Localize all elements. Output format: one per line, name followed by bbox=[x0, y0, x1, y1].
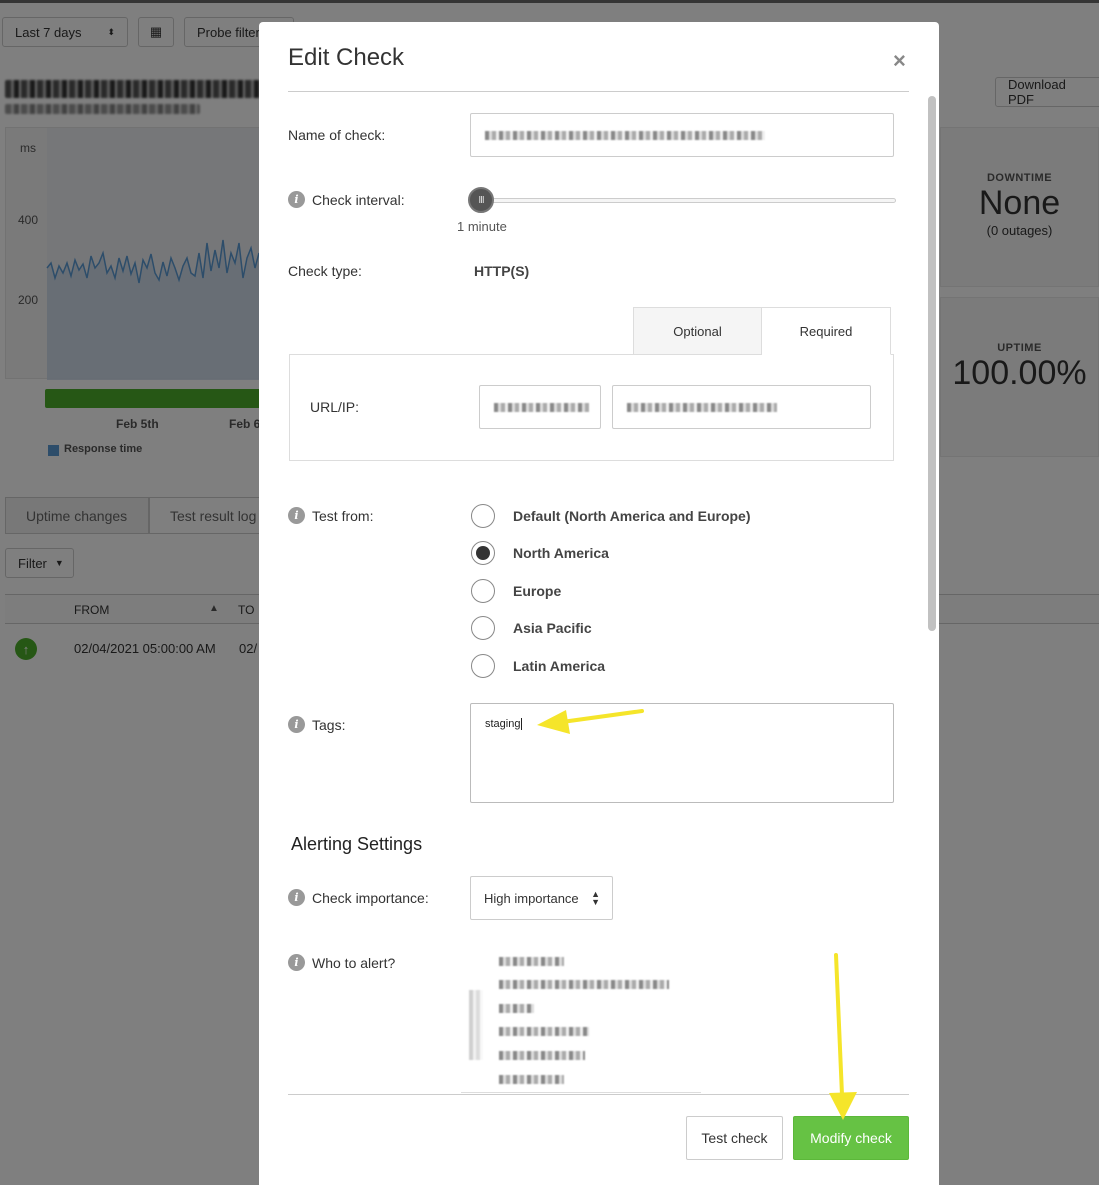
contact-redacted bbox=[499, 1004, 534, 1013]
modify-check-label: Modify check bbox=[810, 1130, 892, 1146]
check-interval-value: 1 minute bbox=[457, 219, 507, 234]
contact-redacted bbox=[499, 957, 564, 966]
info-icon[interactable]: i bbox=[288, 191, 305, 208]
check-importance-text: Check importance: bbox=[312, 889, 429, 906]
protocol-redacted bbox=[494, 403, 589, 412]
test-check-button[interactable]: Test check bbox=[686, 1116, 783, 1160]
test-from-label: i Test from: bbox=[288, 507, 373, 524]
check-type-value: HTTP(S) bbox=[474, 263, 530, 279]
check-interval-slider-handle[interactable]: III bbox=[468, 187, 494, 213]
name-of-check-label: Name of check: bbox=[288, 127, 385, 143]
name-of-check-input[interactable] bbox=[470, 113, 894, 157]
region-label-north-america: North America bbox=[513, 545, 609, 561]
region-label-default: Default (North America and Europe) bbox=[513, 508, 751, 524]
check-interval-text: Check interval: bbox=[312, 191, 405, 208]
info-icon[interactable]: i bbox=[288, 954, 305, 971]
select-arrows-icon: ▲ ▼ bbox=[591, 889, 600, 907]
modify-check-button[interactable]: Modify check bbox=[793, 1116, 909, 1160]
check-type-label: Check type: bbox=[288, 263, 362, 279]
test-from-text: Test from: bbox=[312, 507, 374, 524]
radio-asia-pacific[interactable] bbox=[471, 616, 495, 640]
info-icon[interactable]: i bbox=[288, 889, 305, 906]
tags-value: staging bbox=[485, 718, 523, 730]
radio-default[interactable] bbox=[471, 504, 495, 528]
url-redacted bbox=[627, 403, 777, 412]
edit-check-modal: Edit Check × Name of check: i Check inte… bbox=[259, 22, 939, 1185]
tags-label: i Tags: bbox=[288, 716, 345, 733]
check-importance-label: i Check importance: bbox=[288, 889, 429, 906]
region-label-latin-america: Latin America bbox=[513, 658, 606, 674]
name-of-check-text: Name of check: bbox=[288, 127, 386, 143]
alerting-settings-title: Alerting Settings bbox=[291, 834, 423, 854]
info-icon[interactable]: i bbox=[288, 716, 305, 733]
url-ip-label: URL/IP: bbox=[310, 399, 360, 415]
region-option-asia-pacific[interactable]: Asia Pacific bbox=[471, 616, 592, 640]
grip-icon: III bbox=[478, 194, 484, 206]
tags-textarea[interactable]: staging bbox=[470, 703, 894, 803]
checkbox-column-redacted bbox=[469, 990, 483, 1060]
info-icon[interactable]: i bbox=[288, 507, 305, 524]
name-redacted bbox=[485, 131, 765, 140]
tags-text: Tags: bbox=[312, 716, 346, 733]
check-interval-label: i Check interval: bbox=[288, 191, 405, 208]
tab-optional[interactable]: Optional bbox=[633, 307, 762, 355]
protocol-select[interactable] bbox=[479, 385, 601, 429]
radio-europe[interactable] bbox=[471, 579, 495, 603]
url-ip-input[interactable] bbox=[612, 385, 871, 429]
url-tab-panel: URL/IP: bbox=[289, 354, 894, 461]
contact-redacted bbox=[499, 1075, 564, 1084]
url-tabs: Optional Required bbox=[633, 307, 891, 355]
radio-north-america[interactable] bbox=[471, 541, 495, 565]
check-type-text: Check type: bbox=[288, 263, 362, 279]
check-importance-value: High importance bbox=[484, 890, 579, 906]
check-interval-slider-track[interactable] bbox=[471, 198, 896, 203]
region-option-north-america[interactable]: North America bbox=[471, 541, 609, 565]
modal-title: Edit Check bbox=[288, 44, 405, 71]
header-divider bbox=[288, 91, 909, 92]
contact-redacted bbox=[499, 1051, 585, 1060]
who-to-alert-text: Who to alert? bbox=[312, 954, 396, 971]
radio-latin-america[interactable] bbox=[471, 654, 495, 678]
region-option-default[interactable]: Default (North America and Europe) bbox=[471, 504, 751, 528]
who-to-alert-label: i Who to alert? bbox=[288, 954, 395, 971]
alert-contacts-list[interactable] bbox=[461, 950, 701, 1093]
tab-optional-label: Optional bbox=[673, 323, 722, 339]
check-importance-select[interactable]: High importance ▲ ▼ bbox=[470, 876, 613, 920]
region-option-latin-america[interactable]: Latin America bbox=[471, 654, 605, 678]
test-check-label: Test check bbox=[701, 1130, 768, 1146]
close-icon[interactable]: × bbox=[893, 48, 906, 74]
footer-divider bbox=[288, 1094, 909, 1095]
contact-redacted bbox=[499, 980, 669, 989]
contact-redacted bbox=[499, 1027, 589, 1036]
tab-required-label: Required bbox=[799, 323, 853, 339]
region-label-asia-pacific: Asia Pacific bbox=[513, 620, 592, 636]
region-option-europe[interactable]: Europe bbox=[471, 579, 561, 603]
region-label-europe: Europe bbox=[513, 583, 562, 599]
tab-required[interactable]: Required bbox=[762, 307, 891, 355]
modal-scrollbar-thumb[interactable] bbox=[928, 96, 936, 631]
